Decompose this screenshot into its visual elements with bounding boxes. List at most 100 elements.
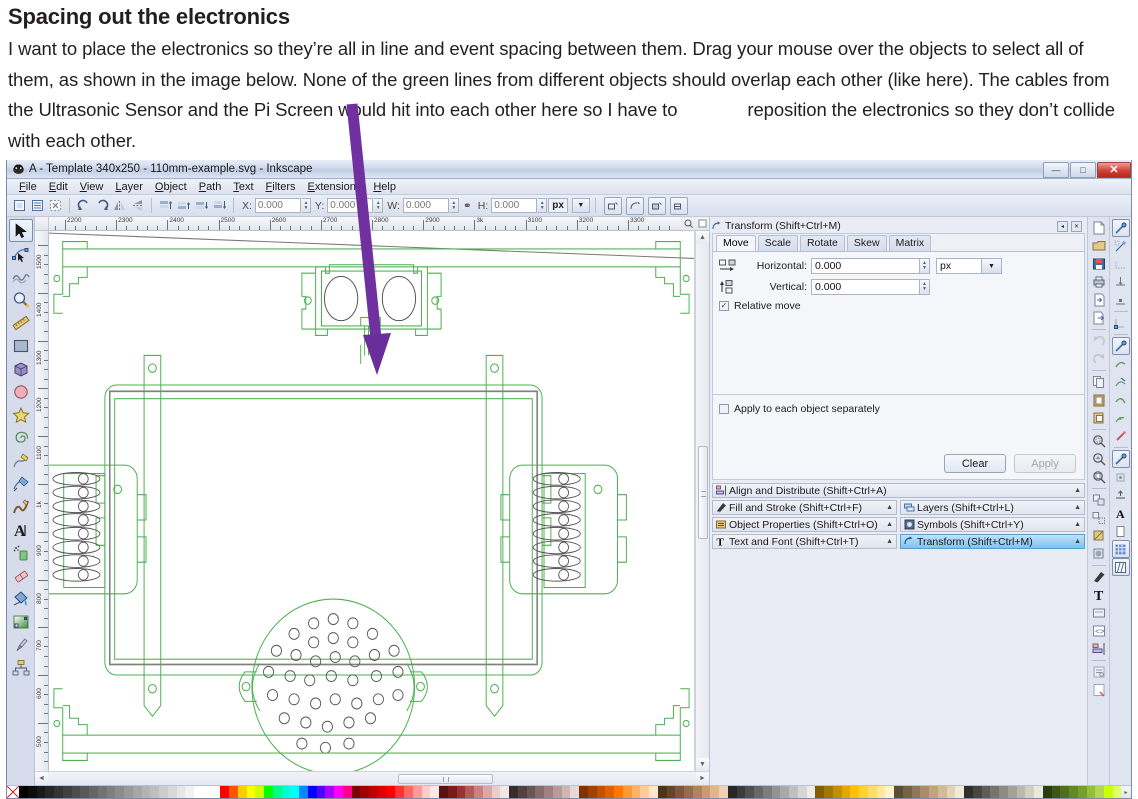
palette-swatch[interactable] [89,786,98,798]
spiral-tool[interactable] [9,426,33,449]
palette-swatch[interactable] [1104,786,1113,798]
snap-text-baseline-icon[interactable] [1112,486,1130,504]
chevron-up-icon[interactable]: ▲ [1074,487,1081,494]
scroll-up-button[interactable]: ▲ [696,231,709,244]
palette-swatch[interactable] [719,786,728,798]
chevron-down-icon[interactable]: ▼ [571,198,590,213]
palette-swatch[interactable] [447,786,457,798]
snap-path-intersection-icon[interactable] [1112,355,1130,373]
palette-swatch[interactable] [211,786,221,798]
palette-swatch[interactable] [334,786,343,798]
snap-rotation-center-icon[interactable] [1112,468,1130,486]
lock-aspect-ratio-icon[interactable]: ⚭ [463,200,472,212]
rotate-90-cw-icon[interactable] [93,197,110,214]
flip-horizontal-icon[interactable] [111,197,128,214]
palette-swatch[interactable] [657,786,667,798]
palette-swatch[interactable] [1086,786,1096,798]
close-dialog-icon[interactable]: ✕ [1071,220,1082,232]
menu-item-edit[interactable]: Edit [43,179,74,195]
clip-icon[interactable] [1090,527,1108,545]
relative-move-checkbox[interactable]: ✓ [719,301,729,311]
apply-each-row[interactable]: Apply to each object separately [719,403,1078,415]
snap-guide-icon[interactable] [1111,558,1130,576]
palette-swatch[interactable] [929,786,938,798]
palette-swatch[interactable] [185,786,194,798]
unit-selector-value[interactable]: px [548,198,568,213]
palette-swatch[interactable] [237,786,247,798]
palette-swatch[interactable] [684,786,693,798]
clear-button[interactable]: Clear [944,454,1006,473]
palette-swatch[interactable] [701,786,711,798]
palette-swatch[interactable] [552,786,562,798]
palette-swatch[interactable] [272,786,282,798]
palette-swatch[interactable] [999,786,1008,798]
palette-swatch[interactable] [27,786,37,798]
horizontal-spinner[interactable]: ▲ ▼ [919,258,930,274]
vertical-ruler[interactable]: 1500 1400 1300 1200 1100 1k 900 800 700 600 500 [35,231,49,771]
bezier-pen-tool[interactable] [9,472,33,495]
palette-swatch[interactable] [990,786,999,798]
palette-swatch[interactable] [386,786,396,798]
palette-swatch[interactable] [535,786,544,798]
palette-swatch[interactable] [649,786,658,798]
palette-swatch[interactable] [456,786,466,798]
tab-scale[interactable]: Scale [757,235,798,251]
zoom-tool[interactable] [9,288,33,311]
palette-swatch[interactable] [290,786,299,798]
palette-swatch[interactable] [824,786,833,798]
object-properties-icon[interactable] [1090,604,1108,622]
palette-swatch[interactable] [115,786,124,798]
palette-swatch[interactable] [482,786,492,798]
chevron-up-icon[interactable]: ▲ [886,538,893,545]
palette-swatch[interactable] [71,786,81,798]
connector-tool[interactable] [9,656,33,679]
palette-swatch[interactable] [780,786,789,798]
apply-each-checkbox[interactable] [719,404,729,414]
tab-rotate[interactable]: Rotate [799,235,845,251]
palette-swatch[interactable] [264,786,273,798]
raise-icon[interactable] [175,197,192,214]
preferences-icon[interactable] [1090,663,1108,681]
dropper-tool[interactable] [9,633,33,656]
palette-swatch[interactable] [439,786,448,798]
snap-page-border-icon[interactable]: A [1112,504,1130,522]
dock-item-layers[interactable]: Layers (Shift+Ctrl+L) ▲ [900,500,1085,515]
snap-bbox-edge-icon[interactable] [1112,255,1130,273]
palette-scroll-icon[interactable]: ▸ [1121,786,1131,798]
node-editor-tool[interactable] [9,242,33,265]
palette-swatch[interactable] [316,786,326,798]
snap-midline-icon[interactable] [1112,409,1130,427]
eraser-tool[interactable] [9,564,33,587]
palette-swatch[interactable] [605,786,614,798]
palette-swatch[interactable] [902,786,912,798]
palette-swatch[interactable] [631,786,641,798]
flip-vertical-icon[interactable] [129,197,146,214]
ellipse-tool[interactable] [9,380,33,403]
affect-rounded-corners-toggle[interactable] [625,196,644,215]
horizontal-ruler[interactable]: 2200 2300 2400 2500 2600 2700 2800 2900 3k 3100 32… [49,217,681,231]
xml-editor-icon[interactable]: <> [1090,622,1108,640]
palette-swatch[interactable] [981,786,991,798]
close-button[interactable]: ✕ [1097,161,1131,178]
palette-swatch[interactable] [106,786,116,798]
gradient-tool[interactable] [9,610,33,633]
paint-bucket-tool[interactable] [9,587,33,610]
palette-swatch[interactable] [867,786,877,798]
rotate-90-ccw-icon[interactable] [75,197,92,214]
text-font-icon[interactable]: T [1090,586,1108,604]
palette-swatch[interactable] [281,786,291,798]
horizontal-scrollbar-thumb[interactable] [398,774,493,784]
scroll-down-button[interactable]: ▼ [696,758,709,771]
chevron-up-icon[interactable]: ▲ [1074,538,1081,545]
affect-gradients-toggle[interactable] [647,196,666,215]
vertical-scrollbar[interactable]: ▲ ▼ [695,231,709,771]
palette-swatch[interactable] [771,786,781,798]
none-swatch[interactable] [7,786,19,798]
palette-swatch[interactable] [307,786,317,798]
vertical-input[interactable]: 0.000 [811,279,919,295]
palette-swatch[interactable] [1069,786,1078,798]
palette-swatch[interactable] [937,786,947,798]
palette-swatch[interactable] [544,786,553,798]
snap-bbox-midpoint-icon[interactable] [1112,291,1130,309]
snap-grid-icon[interactable] [1111,540,1130,558]
